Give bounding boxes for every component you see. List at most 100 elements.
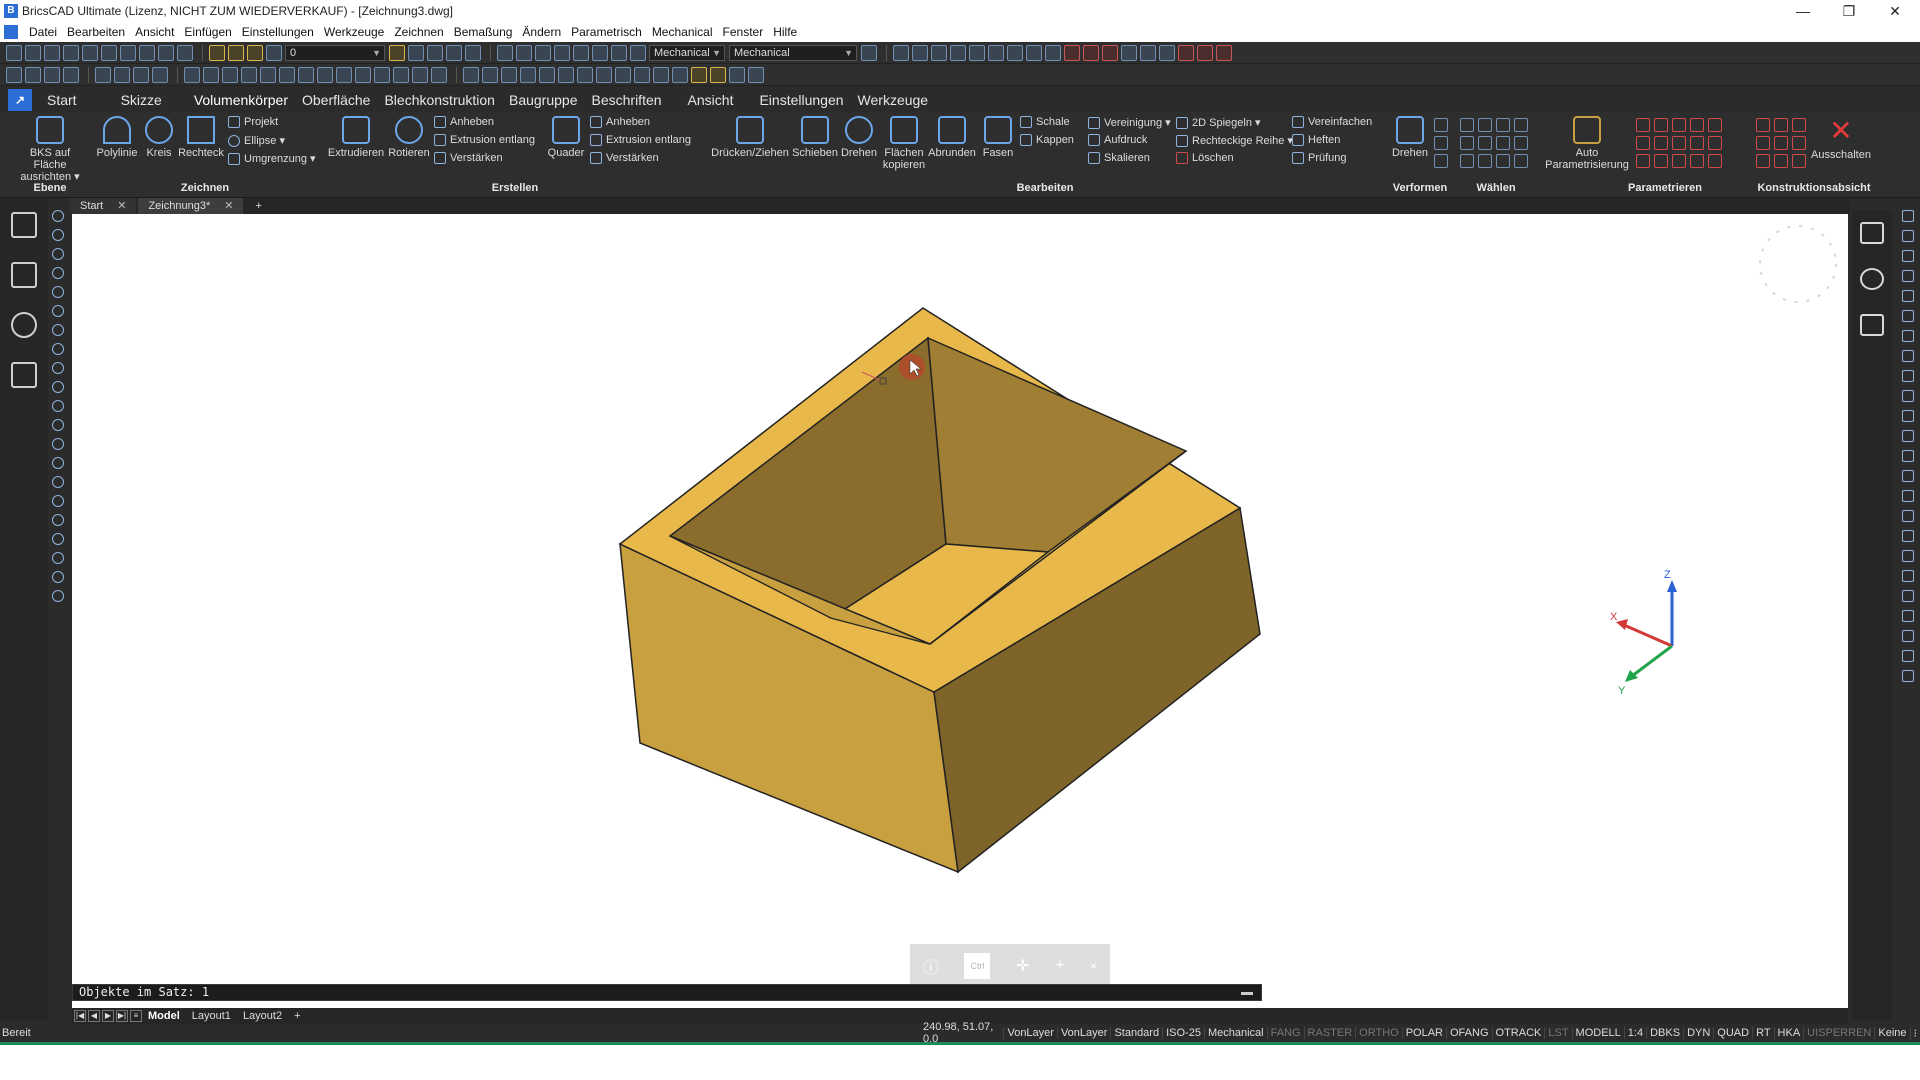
application-button-icon[interactable]: ↗ [8, 89, 32, 111]
rechteckige-reihe-button[interactable]: Rechteckige Reihe ▾ [1176, 134, 1293, 147]
cut-icon[interactable] [101, 44, 117, 61]
donut-icon[interactable] [52, 381, 64, 393]
render-icon[interactable] [691, 66, 707, 83]
copy-tool-icon[interactable] [1902, 230, 1914, 242]
circle-red-icon[interactable] [1083, 44, 1099, 61]
rectangle-draw-icon[interactable] [52, 248, 64, 260]
layout-list-icon[interactable]: ≡ [130, 1010, 142, 1022]
polygon-draw-icon[interactable] [52, 533, 64, 545]
layers-panel-icon[interactable] [1860, 314, 1884, 336]
camera-icon[interactable] [748, 66, 764, 83]
hatch-draw-icon[interactable] [52, 457, 64, 469]
sphere-icon[interactable] [63, 66, 79, 83]
bks-auf-flaeche-button[interactable]: BKS auf Fläche ausrichten ▾ [12, 116, 88, 183]
view-3d-icon[interactable] [497, 44, 513, 61]
intent-5-icon[interactable] [1774, 136, 1788, 150]
restore-button[interactable]: ❐ [1826, 0, 1872, 22]
union-icon[interactable] [184, 66, 200, 83]
edit-text-icon[interactable] [1902, 650, 1914, 662]
measure-tool-icon[interactable] [1902, 570, 1914, 582]
fasen-button[interactable]: Fasen [978, 116, 1018, 159]
separate-icon[interactable] [393, 66, 409, 83]
constraint-fix-icon[interactable] [1654, 136, 1668, 150]
check-icon[interactable] [431, 66, 447, 83]
array-tool-icon[interactable] [1902, 330, 1914, 342]
gradient-icon[interactable] [52, 476, 64, 488]
status-toggle-14[interactable]: DBKS [1646, 1027, 1683, 1039]
select-icon[interactable] [408, 44, 424, 61]
table-draw-icon[interactable] [52, 552, 64, 564]
mtext-draw-icon[interactable] [52, 590, 64, 602]
loft-icon[interactable] [298, 66, 314, 83]
revcloud-icon[interactable] [52, 400, 64, 412]
verstaerken-2-button[interactable]: Verstärken [590, 152, 659, 164]
select-body-icon[interactable] [1514, 118, 1528, 132]
intent-8-icon[interactable] [1774, 154, 1788, 168]
style-select[interactable]: Mechanical ▼ [729, 44, 857, 61]
constraint-tangent-icon[interactable] [1690, 118, 1704, 132]
rotieren-button[interactable]: Rotieren [386, 116, 432, 159]
info-icon[interactable]: ⓘ [923, 954, 939, 978]
chamfer-tool-icon[interactable] [1902, 430, 1914, 442]
status-toggle-1[interactable]: VonLayer [1056, 1027, 1110, 1039]
layout-tab-layout1[interactable]: Layout1 [186, 1010, 237, 1022]
menu-einfuegen[interactable]: Einfügen [179, 25, 236, 39]
skalieren-button[interactable]: Skalieren [1088, 152, 1150, 164]
view-front-icon[interactable] [535, 44, 551, 61]
constraint-lock-icon[interactable] [1690, 154, 1704, 168]
help-icon[interactable] [861, 44, 877, 61]
dimension-icon[interactable] [893, 44, 909, 61]
arc-icon[interactable] [1064, 44, 1080, 61]
status-toggle-15[interactable]: DYN [1683, 1027, 1713, 1039]
status-toggle-17[interactable]: RT [1752, 1027, 1773, 1039]
divide-tool-icon[interactable] [1902, 550, 1914, 562]
align-tool-icon[interactable] [1902, 530, 1914, 542]
intent-7-icon[interactable] [1756, 154, 1770, 168]
menu-werkzeuge[interactable]: Werkzeuge [319, 25, 389, 39]
taper-face-icon[interactable] [539, 66, 555, 83]
auto-parametrisierung-button[interactable]: Auto Parametrisierung [1542, 116, 1632, 171]
umgrenzung-button[interactable]: Umgrenzung ▾ [228, 152, 316, 165]
intent-3-icon[interactable] [1792, 118, 1806, 132]
hatch-icon[interactable] [1121, 44, 1137, 61]
constraint-distance-icon[interactable] [1708, 136, 1722, 150]
shell-icon[interactable] [317, 66, 333, 83]
command-line[interactable]: Objekte im Satz: 1 [72, 984, 1262, 1001]
quader-button[interactable]: Quader [546, 116, 586, 159]
intent-4-icon[interactable] [1756, 136, 1770, 150]
leader-icon[interactable] [1216, 44, 1232, 61]
attach-icon[interactable] [592, 44, 608, 61]
extrusion-entlang-button[interactable]: Extrusion entlang [434, 134, 535, 146]
offset-face-icon[interactable] [482, 66, 498, 83]
tab-skizze[interactable]: Skizze [114, 92, 169, 108]
aufdruck-button[interactable]: Aufdruck [1088, 134, 1147, 146]
spline-icon[interactable] [52, 324, 64, 336]
tab-start[interactable]: Start [40, 92, 84, 108]
torus-icon[interactable] [114, 66, 130, 83]
close-icon[interactable]: ✕ [117, 198, 126, 214]
ellipse-draw-icon[interactable] [52, 305, 64, 317]
redo-icon[interactable] [177, 44, 193, 61]
imprint-icon[interactable] [374, 66, 390, 83]
wedge-icon[interactable] [95, 66, 111, 83]
layout-tab-model[interactable]: Model [142, 1010, 186, 1022]
delete-face-icon[interactable] [501, 66, 517, 83]
section-icon[interactable] [653, 66, 669, 83]
table-icon[interactable] [573, 44, 589, 61]
select-chain-icon[interactable] [1478, 136, 1492, 150]
cone-icon[interactable] [44, 66, 60, 83]
quad-close-button[interactable]: × [1090, 959, 1097, 973]
move-tool-icon[interactable] [1902, 210, 1914, 222]
constraint-perpendicular-icon[interactable] [1672, 118, 1686, 132]
menu-bearbeiten[interactable]: Bearbeiten [62, 25, 130, 39]
constraint-equal-icon[interactable] [1636, 136, 1650, 150]
verformen-drehen-button[interactable]: Drehen [1390, 116, 1430, 159]
properties-panel-icon[interactable] [1860, 222, 1884, 244]
layer-previous-icon[interactable] [389, 44, 405, 61]
heften-button[interactable]: Heften [1292, 134, 1340, 146]
menu-einstellungen[interactable]: Einstellungen [237, 25, 319, 39]
status-toggle-20[interactable]: Keine [1874, 1027, 1909, 1039]
tab-einstellungen[interactable]: Einstellungen [752, 92, 850, 108]
edge-icon[interactable] [596, 66, 612, 83]
view-iso-icon[interactable] [554, 44, 570, 61]
